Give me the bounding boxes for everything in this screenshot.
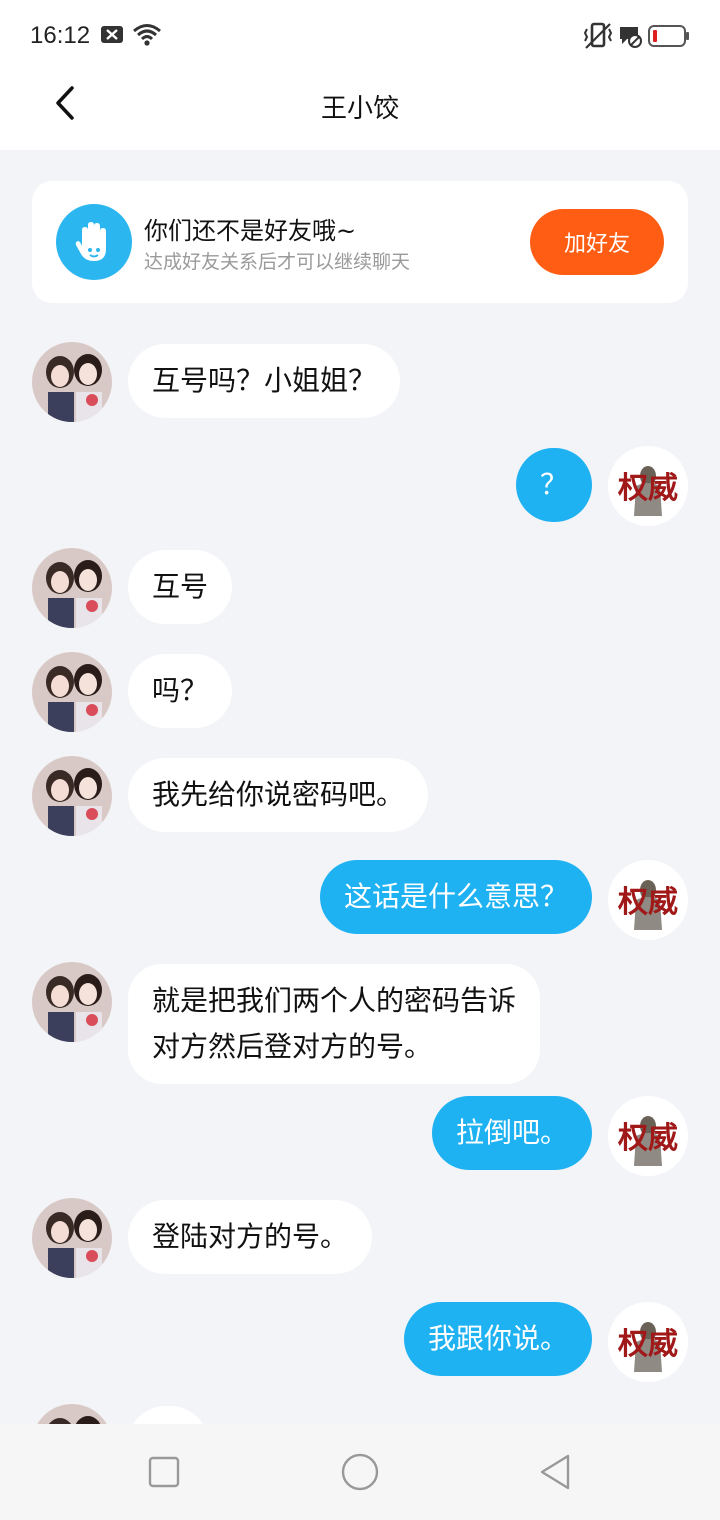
sms-icon <box>618 24 642 52</box>
message-bubble-received[interactable]: 吗？ <box>128 654 233 728</box>
chat-area[interactable]: 你们还不是好友哦~ 达成好友关系后才可以继续聊天 加好友 互号吗？小姐姐？ ？ … <box>0 150 720 1424</box>
avatar[interactable]: 权威 <box>608 860 688 940</box>
avatar[interactable] <box>32 548 112 628</box>
message-bubble-received[interactable] <box>128 1406 208 1424</box>
avatar[interactable] <box>32 962 112 1042</box>
avatar[interactable] <box>32 652 112 732</box>
message-bubble-sent[interactable]: 我跟你说。 <box>403 1302 592 1376</box>
status-time: 16:12 <box>30 22 91 49</box>
add-friend-button[interactable]: 加好友 <box>530 209 664 275</box>
message-bubble-received[interactable]: 互号吗？小姐姐？ <box>128 344 401 418</box>
chat-header: 王小饺 <box>0 70 720 150</box>
recent-apps-button[interactable] <box>144 1452 184 1492</box>
avatar[interactable] <box>32 1198 112 1278</box>
message-bubble-received[interactable]: 登陆对方的号。 <box>128 1200 373 1274</box>
recent-apps-icon <box>148 1456 180 1488</box>
message-bubble-sent[interactable]: 拉倒吧。 <box>431 1096 592 1170</box>
message-bubble-received[interactable]: 就是把我们两个人的密码告诉 对方然后登对方的号。 <box>128 964 541 1084</box>
avatar[interactable]: 权威 <box>608 1096 688 1176</box>
message-line: 对方然后登对方的号。 <box>152 1030 433 1063</box>
message-bubble-received[interactable]: 我先给你说密码吧。 <box>128 758 429 832</box>
hand-wave-icon <box>56 204 132 280</box>
status-bar: 16:12 <box>0 0 720 70</box>
wifi-icon <box>132 22 162 52</box>
avatar-text: 权威 <box>617 471 678 506</box>
back-icon <box>540 1454 570 1490</box>
not-friends-banner: 你们还不是好友哦~ 达成好友关系后才可以继续聊天 加好友 <box>32 181 688 303</box>
avatar[interactable] <box>32 756 112 836</box>
battery-icon <box>648 24 690 52</box>
back-nav-button[interactable] <box>536 1452 576 1492</box>
home-icon <box>341 1453 379 1491</box>
message-bubble-sent[interactable]: ？ <box>515 448 592 522</box>
home-button[interactable] <box>340 1452 380 1492</box>
message-bubble-sent[interactable]: 这话是什么意思？ <box>319 860 592 934</box>
message-bubble-received[interactable]: 互号 <box>128 550 233 624</box>
message-line: 就是把我们两个人的密码告诉 <box>152 984 517 1017</box>
avatar[interactable]: 权威 <box>608 1302 688 1382</box>
notification-x-icon <box>100 24 124 50</box>
avatar-text: 权威 <box>617 1121 678 1156</box>
avatar[interactable] <box>32 342 112 422</box>
avatar-text: 权威 <box>617 1327 678 1362</box>
vibrate-icon <box>582 22 614 54</box>
avatar-text: 权威 <box>617 885 678 920</box>
avatar[interactable] <box>32 1404 112 1424</box>
avatar[interactable]: 权威 <box>608 446 688 526</box>
system-nav-bar <box>0 1424 720 1520</box>
page-title: 王小饺 <box>320 94 399 124</box>
banner-title: 你们还不是好友哦~ <box>144 217 357 245</box>
banner-subtitle: 达成好友关系后才可以继续聊天 <box>144 251 411 273</box>
